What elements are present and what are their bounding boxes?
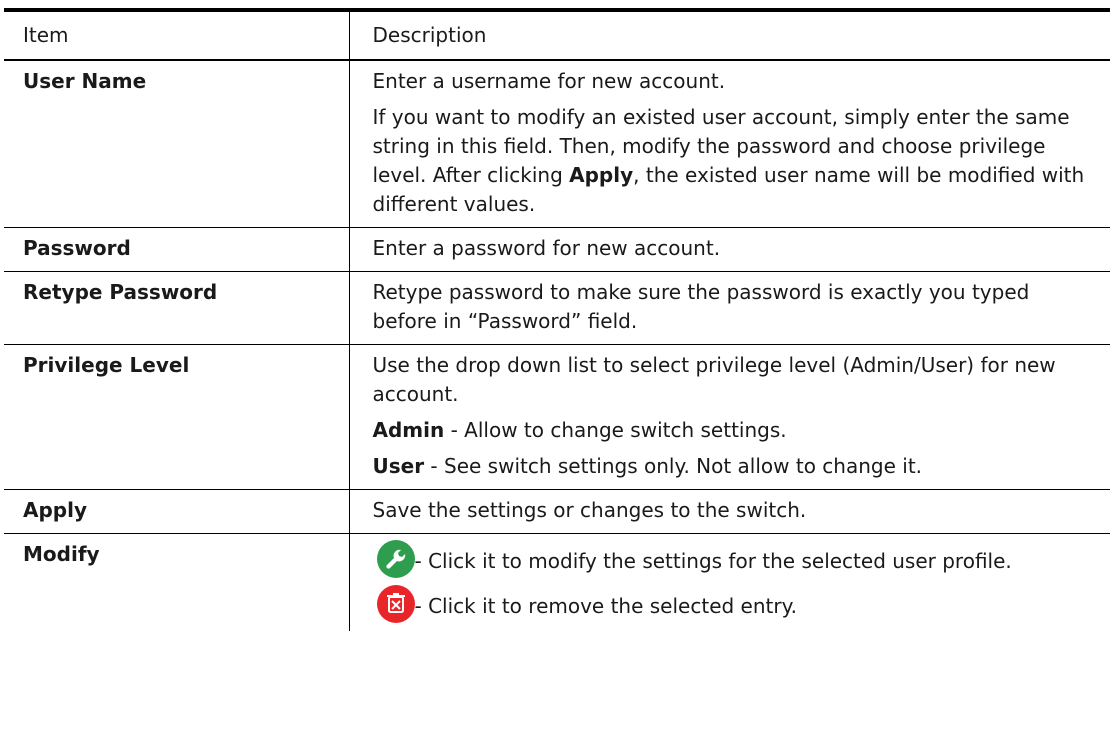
text-span: - Allow to change switch settings. [444, 418, 787, 442]
bold-term: Apply [569, 163, 634, 187]
description-text: - Click it to remove the selected entry. [373, 585, 1097, 623]
header-item: Item [4, 10, 349, 61]
bold-term: User [372, 454, 425, 478]
table-row: Modify - Click it to modify the settings… [4, 533, 1110, 631]
description-text: Use the drop down list to select privile… [372, 353, 1056, 406]
description-text: If you want to modify an existed user ac… [373, 103, 1097, 219]
description-text: Enter a password for new account. [372, 236, 721, 260]
row-description: Enter a password for new account. [348, 227, 1110, 272]
row-description: Save the settings or changes to the swit… [348, 489, 1110, 534]
row-description: Use the drop down list to select privile… [348, 344, 1110, 490]
row-item: Modify [23, 542, 100, 566]
description-text: Enter a username for new account. [372, 69, 726, 93]
text-span: - See switch settings only. Not allow to… [424, 454, 923, 478]
row-item: Retype Password [4, 271, 349, 345]
text-span: - Click it to modify the settings for th… [414, 549, 1012, 573]
text-span: - Click it to remove the selected entry. [414, 594, 797, 618]
row-item: Password [4, 227, 349, 272]
table-row: Privilege Level Use the drop down list t… [4, 344, 1110, 490]
description-table: Item Description User Name Enter a usern… [4, 8, 1110, 631]
row-description: Enter a username for new account. If you… [348, 60, 1110, 228]
description-text: User - See switch settings only. Not all… [373, 452, 1097, 481]
description-text: - Click it to modify the settings for th… [373, 540, 1097, 578]
bold-term: Admin [372, 418, 445, 442]
table-row: User Name Enter a username for new accou… [4, 60, 1110, 228]
row-description: Retype password to make sure the passwor… [348, 271, 1110, 345]
description-text: Retype password to make sure the passwor… [372, 280, 1030, 333]
table-row: Retype Password Retype password to make … [4, 271, 1110, 345]
row-item: Apply [4, 489, 349, 534]
trash-icon [376, 585, 415, 623]
document-page: Item Description User Name Enter a usern… [0, 0, 1111, 749]
row-item: Privilege Level [4, 344, 349, 490]
description-text: Save the settings or changes to the swit… [372, 498, 807, 522]
table-header-row: Item Description [4, 10, 1110, 61]
wrench-icon [376, 540, 415, 578]
table-row: Apply Save the settings or changes to th… [4, 489, 1110, 534]
table-row: Password Enter a password for new accoun… [4, 227, 1110, 272]
row-description: - Click it to modify the settings for th… [348, 533, 1110, 631]
header-description: Description [348, 10, 1110, 61]
description-text: Admin - Allow to change switch settings. [373, 416, 1097, 445]
row-item: User Name [4, 60, 349, 228]
